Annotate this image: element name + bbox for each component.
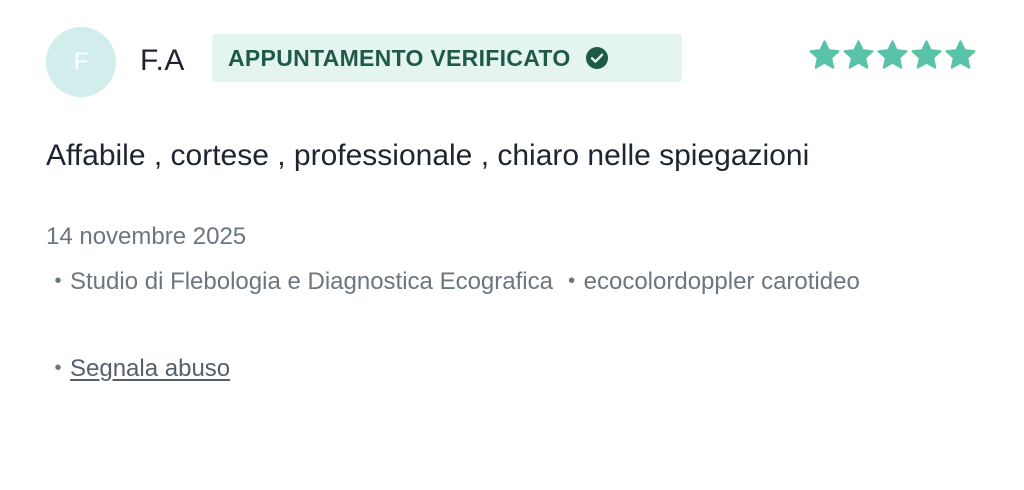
star-icon [843, 40, 874, 69]
check-circle-icon [585, 46, 609, 70]
review-meta: • Studio di Flebologia e Diagnostica Ecog… [46, 260, 926, 303]
review-text: Affabile , cortese , professionale , chi… [46, 139, 810, 172]
star-icon [945, 40, 976, 69]
review-date: 14 novembre 2025 [46, 223, 247, 250]
clinic-location: Studio di Flebologia e Diagnostica Ecogr… [70, 268, 553, 295]
bullet-separator: • [568, 270, 576, 292]
report-abuse-link[interactable]: Segnala abuso [70, 355, 230, 382]
star-icon [911, 40, 942, 69]
bullet-separator: • [54, 357, 62, 379]
bullet-separator: • [54, 270, 62, 292]
report-row: • Segnala abuso [46, 350, 230, 387]
star-icon [809, 40, 840, 69]
avatar: F [46, 27, 116, 97]
verified-appointment-badge: APPUNTAMENTO VERIFICATO [212, 34, 682, 82]
star-rating [808, 39, 977, 72]
verified-badge-label: APPUNTAMENTO VERIFICATO [228, 44, 571, 71]
avatar-initial: F [73, 48, 89, 75]
star-icon [877, 40, 908, 69]
reviewer-name: F.A [140, 44, 185, 77]
service-name: ecocolordoppler carotideo [583, 268, 860, 295]
